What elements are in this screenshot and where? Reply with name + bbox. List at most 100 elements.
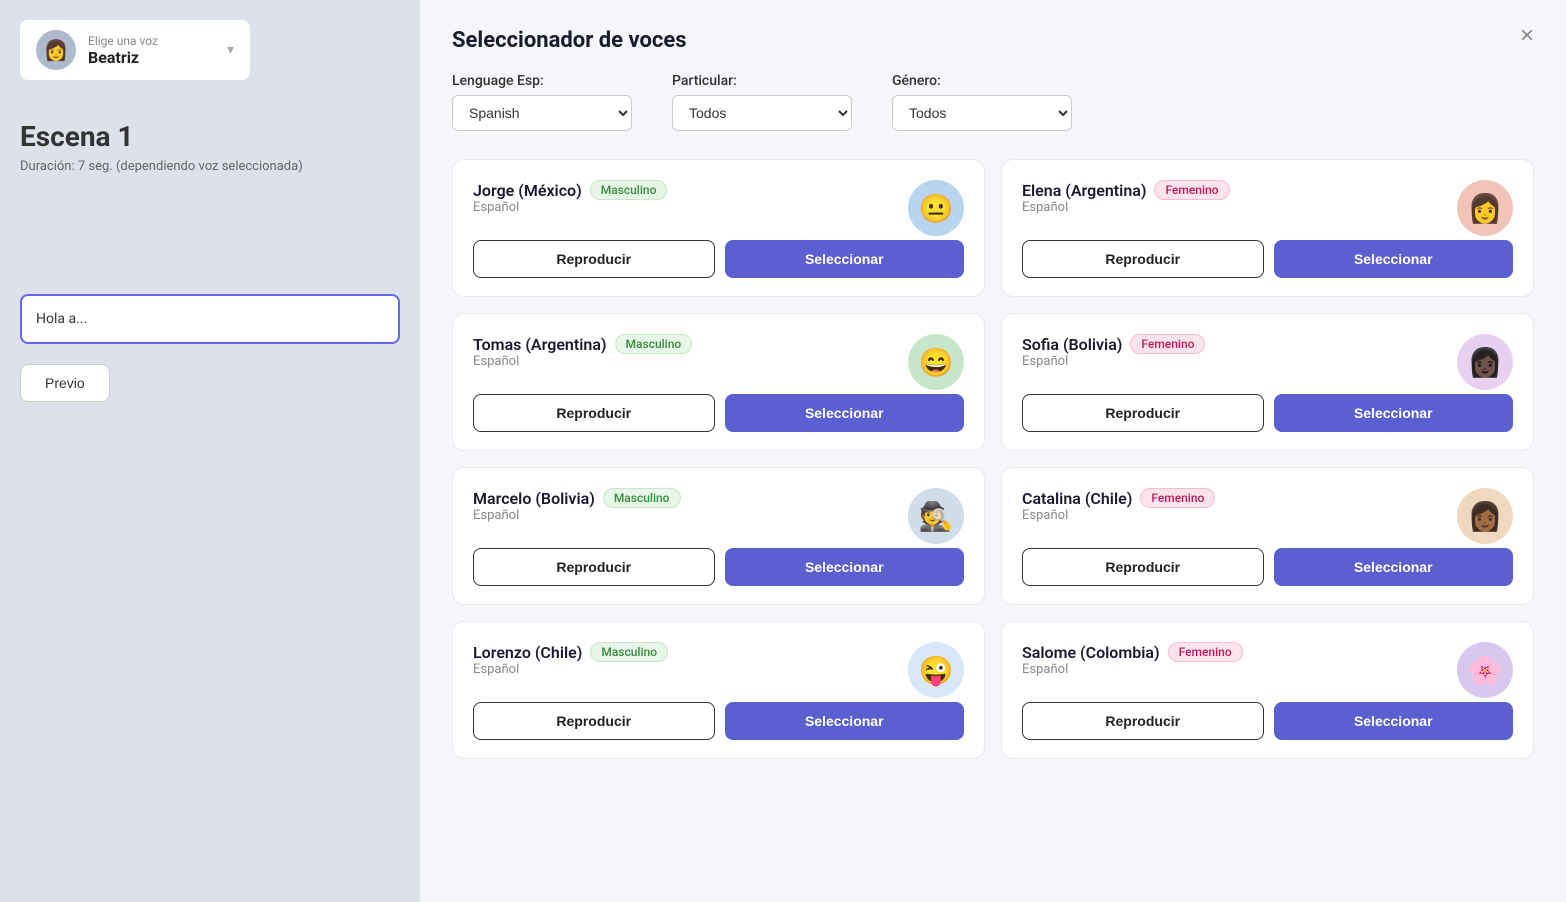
- particular-filter-group: Particular: Todos Mexico Argentina Boliv…: [672, 73, 852, 131]
- language-select[interactable]: Spanish English French Portuguese: [452, 95, 632, 131]
- voice-card-tomas: Tomas (Argentina) Masculino Español 😄 Re…: [452, 313, 985, 451]
- voice-lang: Español: [1022, 354, 1457, 369]
- voice-badge: Masculino: [603, 488, 681, 508]
- voice-badge: Masculino: [615, 334, 693, 354]
- voice-card-elena: Elena (Argentina) Femenino Español 👩 Rep…: [1001, 159, 1534, 297]
- voice-label: Elige una voz: [88, 34, 215, 48]
- voice-info-block: Tomas (Argentina) Masculino Español: [473, 334, 908, 383]
- voice-name-row: Elena (Argentina) Femenino: [1022, 180, 1457, 200]
- voice-card-buttons: Reproducir Seleccionar: [473, 702, 964, 740]
- seleccionar-button[interactable]: Seleccionar: [725, 702, 965, 740]
- language-filter-label: Lenguage Esp:: [452, 73, 632, 89]
- language-filter-group: Lenguage Esp: Spanish English French Por…: [452, 73, 632, 131]
- scene-title: Escena 1: [20, 120, 400, 153]
- voice-lang: Español: [1022, 508, 1457, 523]
- voice-lang: Español: [473, 508, 908, 523]
- voice-avatar-icon: 👩🏿: [1457, 334, 1513, 390]
- voice-badge: Femenino: [1154, 180, 1229, 200]
- voice-info-block: Elena (Argentina) Femenino Español: [1022, 180, 1457, 229]
- voice-card-catalina: Catalina (Chile) Femenino Español 👩🏾 Rep…: [1001, 467, 1534, 605]
- voice-name-row: Salome (Colombia) Femenino: [1022, 642, 1457, 662]
- voice-avatar-icon: 😐: [908, 180, 964, 236]
- voices-grid: Jorge (México) Masculino Español 😐 Repro…: [452, 159, 1534, 759]
- voice-lang: Español: [473, 662, 908, 677]
- voice-card-top: Catalina (Chile) Femenino Español 👩🏾: [1022, 488, 1513, 544]
- seleccionar-button[interactable]: Seleccionar: [1274, 548, 1514, 586]
- voice-card-buttons: Reproducir Seleccionar: [473, 394, 964, 432]
- left-panel: 👩 Elige una voz Beatriz ▾ Escena 1 Durac…: [0, 0, 420, 902]
- voice-card-top: Salome (Colombia) Femenino Español 🌸: [1022, 642, 1513, 698]
- voice-card-top: Elena (Argentina) Femenino Español 👩: [1022, 180, 1513, 236]
- seleccionar-button[interactable]: Seleccionar: [725, 548, 965, 586]
- particular-select[interactable]: Todos Mexico Argentina Bolivia Chile Col…: [672, 95, 852, 131]
- voice-lang: Español: [473, 200, 908, 215]
- voice-avatar-icon: 🕵️: [908, 488, 964, 544]
- voice-card-sofia: Sofia (Bolivia) Femenino Español 👩🏿 Repr…: [1001, 313, 1534, 451]
- voice-lang: Español: [1022, 200, 1457, 215]
- voice-selector-bar[interactable]: 👩 Elige una voz Beatriz ▾: [20, 20, 250, 80]
- voice-badge: Femenino: [1140, 488, 1215, 508]
- voice-card-buttons: Reproducir Seleccionar: [1022, 394, 1513, 432]
- voice-card-name: Elena (Argentina): [1022, 181, 1146, 200]
- seleccionar-button[interactable]: Seleccionar: [1274, 394, 1514, 432]
- filters-row: Lenguage Esp: Spanish English French Por…: [452, 73, 1534, 131]
- voice-card-name: Lorenzo (Chile): [473, 643, 582, 662]
- reproducir-button[interactable]: Reproducir: [1022, 394, 1264, 432]
- voice-name-row: Tomas (Argentina) Masculino: [473, 334, 908, 354]
- voice-card-top: Lorenzo (Chile) Masculino Español 😜: [473, 642, 964, 698]
- voice-card-name: Sofia (Bolivia): [1022, 335, 1122, 354]
- voice-avatar-icon: 😜: [908, 642, 964, 698]
- voice-card-top: Sofia (Bolivia) Femenino Español 👩🏿: [1022, 334, 1513, 390]
- voice-card-name: Marcelo (Bolivia): [473, 489, 595, 508]
- voice-avatar-icon: 😄: [908, 334, 964, 390]
- voice-card-name: Tomas (Argentina): [473, 335, 607, 354]
- reproducir-button[interactable]: Reproducir: [1022, 548, 1264, 586]
- voice-avatar-icon: 👩🏾: [1457, 488, 1513, 544]
- voice-name: Beatriz: [88, 48, 215, 67]
- voice-card-buttons: Reproducir Seleccionar: [473, 548, 964, 586]
- close-button[interactable]: ×: [1520, 24, 1534, 48]
- voice-name-row: Lorenzo (Chile) Masculino: [473, 642, 908, 662]
- previo-button[interactable]: Previo: [20, 364, 110, 402]
- voice-card-buttons: Reproducir Seleccionar: [1022, 702, 1513, 740]
- scene-subtitle: Duración: 7 seg. (dependiendo voz selecc…: [20, 159, 400, 174]
- voice-card-buttons: Reproducir Seleccionar: [1022, 240, 1513, 278]
- voice-card-lorenzo: Lorenzo (Chile) Masculino Español 😜 Repr…: [452, 621, 985, 759]
- reproducir-button[interactable]: Reproducir: [473, 240, 715, 278]
- reproducir-button[interactable]: Reproducir: [473, 394, 715, 432]
- voice-info-block: Sofia (Bolivia) Femenino Español: [1022, 334, 1457, 383]
- genero-select[interactable]: Todos Masculino Femenino: [892, 95, 1072, 131]
- seleccionar-button[interactable]: Seleccionar: [725, 240, 965, 278]
- reproducir-button[interactable]: Reproducir: [1022, 702, 1264, 740]
- voice-badge: Masculino: [590, 642, 668, 662]
- voice-avatar-icon: 🌸: [1457, 642, 1513, 698]
- voice-selector-modal: Seleccionador de voces × Lenguage Esp: S…: [420, 0, 1566, 902]
- seleccionar-button[interactable]: Seleccionar: [1274, 702, 1514, 740]
- voice-card-name: Catalina (Chile): [1022, 489, 1132, 508]
- seleccionar-button[interactable]: Seleccionar: [1274, 240, 1514, 278]
- voice-name-row: Jorge (México) Masculino: [473, 180, 908, 200]
- voice-card-marcelo: Marcelo (Bolivia) Masculino Español 🕵️ R…: [452, 467, 985, 605]
- voice-info-block: Salome (Colombia) Femenino Español: [1022, 642, 1457, 691]
- voice-card-top: Marcelo (Bolivia) Masculino Español 🕵️: [473, 488, 964, 544]
- reproducir-button[interactable]: Reproducir: [1022, 240, 1264, 278]
- scene-text-area[interactable]: Hola a...: [20, 294, 400, 344]
- voice-avatar: 👩: [36, 30, 76, 70]
- reproducir-button[interactable]: Reproducir: [473, 702, 715, 740]
- voice-card-name: Salome (Colombia): [1022, 643, 1160, 662]
- reproducir-button[interactable]: Reproducir: [473, 548, 715, 586]
- voice-card-salome: Salome (Colombia) Femenino Español 🌸 Rep…: [1001, 621, 1534, 759]
- voice-card-jorge: Jorge (México) Masculino Español 😐 Repro…: [452, 159, 985, 297]
- modal-title: Seleccionador de voces: [452, 28, 687, 53]
- seleccionar-button[interactable]: Seleccionar: [725, 394, 965, 432]
- modal-header: Seleccionador de voces ×: [452, 28, 1534, 53]
- voice-card-buttons: Reproducir Seleccionar: [1022, 548, 1513, 586]
- chevron-down-icon: ▾: [227, 42, 234, 58]
- voice-info-block: Jorge (México) Masculino Español: [473, 180, 908, 229]
- particular-filter-label: Particular:: [672, 73, 852, 89]
- genero-filter-label: Género:: [892, 73, 1072, 89]
- voice-lang: Español: [473, 354, 908, 369]
- voice-name-row: Marcelo (Bolivia) Masculino: [473, 488, 908, 508]
- voice-info: Elige una voz Beatriz: [88, 34, 215, 67]
- voice-name-row: Sofia (Bolivia) Femenino: [1022, 334, 1457, 354]
